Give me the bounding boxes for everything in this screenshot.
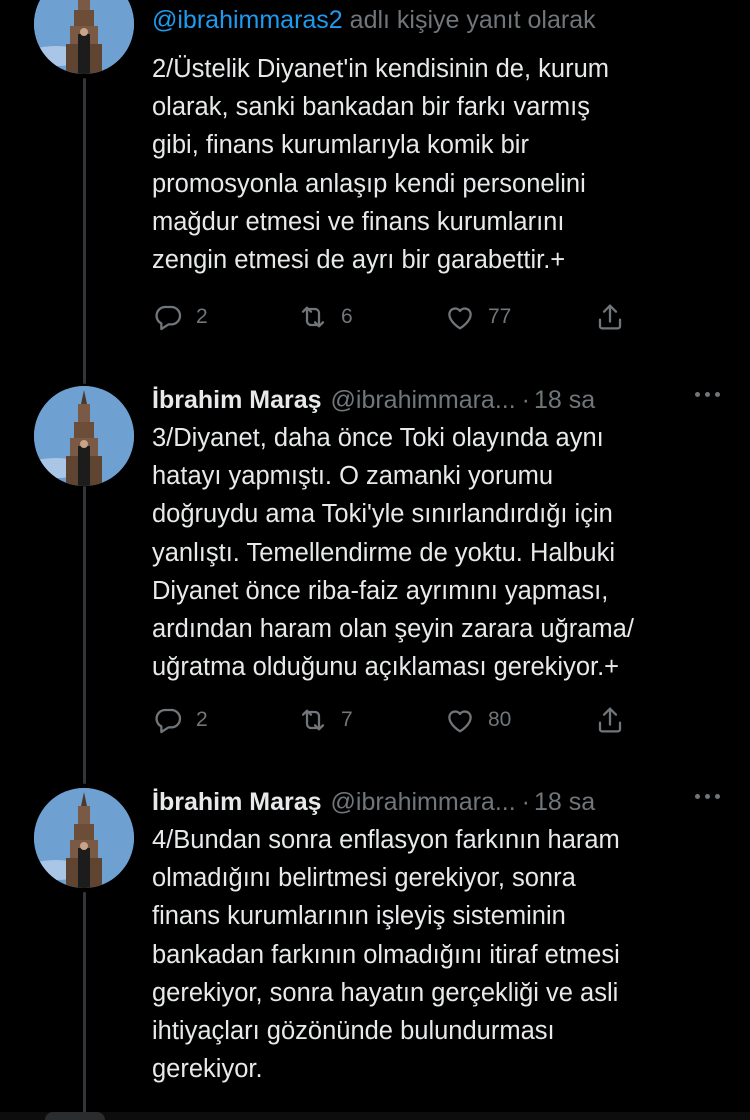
user-handle[interactable]: @ibrahimmara... — [331, 384, 516, 416]
display-name[interactable]: İbrahim Maraş — [152, 384, 322, 416]
share-icon — [598, 304, 622, 330]
separator: · — [521, 788, 530, 816]
reply-count: 2 — [196, 708, 208, 731]
tweet-text: 4/Bundan sonra enflasyon farkının haram … — [152, 826, 620, 1084]
like-count: 80 — [488, 708, 512, 731]
reply-context-suffix: adlı kişiye yanıt olarak — [342, 6, 596, 34]
heart-icon — [448, 710, 472, 733]
like-button[interactable]: 77 — [444, 301, 511, 333]
share-button[interactable] — [594, 301, 626, 333]
timestamp[interactable]: 18 sa — [534, 786, 595, 818]
retweet-icon — [301, 306, 325, 328]
like-count: 77 — [488, 305, 512, 328]
timestamp[interactable]: 18 sa — [534, 384, 595, 416]
tweet-text: 2/Üstelik Diyanet'in kendisinin de, kuru… — [152, 55, 609, 275]
avatar[interactable] — [34, 386, 134, 486]
reply-button[interactable]: 2 — [152, 301, 208, 333]
thread-line — [83, 892, 86, 1120]
more-icon[interactable] — [695, 794, 720, 799]
tweet-header: İbrahim Maraş @ibrahimmara... · 18 sa — [152, 384, 720, 416]
share-button[interactable] — [594, 704, 626, 736]
heart-icon — [448, 307, 472, 330]
bottom-navigation-edge — [0, 1112, 750, 1120]
retweet-button[interactable]: 7 — [297, 704, 353, 736]
reply-icon — [155, 708, 182, 734]
user-handle[interactable]: @ibrahimmara... — [331, 786, 516, 818]
reply-mention-link[interactable]: @ibrahimmaras2 — [152, 6, 343, 34]
tweet-actions: 2 6 77 — [152, 301, 632, 341]
thread-line — [83, 78, 86, 384]
retweet-count: 7 — [341, 708, 353, 731]
reply-button[interactable]: 2 — [152, 704, 208, 736]
retweet-button[interactable]: 6 — [297, 301, 353, 333]
thread-line — [83, 486, 86, 784]
avatar[interactable] — [34, 0, 134, 74]
avatar-image — [34, 788, 134, 888]
tweet-header: İbrahim Maraş @ibrahimmara... · 18 sa — [152, 786, 720, 818]
retweet-count: 6 — [341, 305, 353, 328]
separator: · — [521, 386, 530, 414]
like-button[interactable]: 80 — [444, 704, 511, 736]
avatar-image — [34, 0, 134, 74]
share-icon — [598, 707, 622, 733]
tweet-text: 3/Diyanet, daha önce Toki olayında aynı … — [152, 424, 634, 682]
reply-context: @ibrahimmaras2 adlı kişiye yanıt olarak — [152, 4, 720, 36]
reply-icon — [155, 305, 182, 331]
retweet-icon — [301, 709, 325, 731]
avatar-image — [34, 386, 134, 486]
display-name[interactable]: İbrahim Maraş — [152, 786, 322, 818]
bottom-nav-item[interactable] — [45, 1112, 105, 1120]
avatar[interactable] — [34, 788, 134, 888]
reply-count: 2 — [196, 305, 208, 328]
more-icon[interactable] — [695, 392, 720, 397]
tweet-actions: 2 7 80 — [152, 704, 632, 744]
